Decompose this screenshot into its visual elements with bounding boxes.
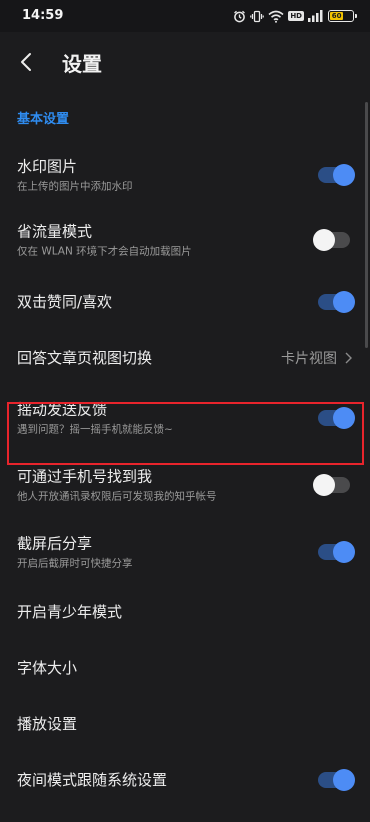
night-mode-toggle[interactable]	[318, 769, 355, 791]
setting-title: 双击赞同/喜欢	[17, 293, 113, 311]
setting-subtitle: 在上传的图片中添加水印	[17, 180, 133, 193]
chevron-left-icon	[21, 53, 31, 71]
setting-subtitle: 仅在 WLAN 环境下才会自动加载图片	[17, 245, 192, 258]
watermark-toggle[interactable]	[318, 164, 355, 186]
toggle-knob	[333, 291, 355, 313]
setting-subtitle: 他人开放通讯录权限后可发现我的知乎帐号	[17, 490, 217, 503]
setting-row-playback[interactable]: 播放设置	[0, 696, 370, 752]
page-title: 设置	[62, 52, 102, 76]
settings-list: 基本设置 水印图片 在上传的图片中添加水印 省流量模式 仅在 WLAN 环境下才…	[0, 92, 370, 808]
setting-title: 字体大小	[17, 659, 78, 677]
vibrate-icon	[250, 10, 265, 23]
setting-title: 省流量模式	[17, 222, 93, 241]
app-bar: 设置	[0, 32, 370, 92]
double-tap-toggle[interactable]	[318, 291, 355, 313]
setting-title: 截屏后分享	[17, 534, 93, 553]
setting-row-watermark[interactable]: 水印图片 在上传的图片中添加水印	[0, 144, 370, 206]
setting-row-find-by-phone[interactable]: 可通过手机号找到我 他人开放通讯录权限后可发现我的知乎帐号	[0, 450, 370, 520]
setting-title: 播放设置	[17, 715, 78, 733]
setting-title: 夜间模式跟随系统设置	[17, 771, 168, 789]
data-saver-toggle[interactable]	[313, 229, 350, 251]
toggle-knob	[313, 474, 335, 496]
chevron-right-icon	[345, 352, 352, 364]
toggle-knob	[333, 769, 355, 791]
hd-icon: HD	[288, 11, 304, 21]
toggle-knob	[333, 541, 355, 563]
battery-icon: 60	[328, 10, 357, 22]
setting-row-double-tap[interactable]: 双击赞同/喜欢	[0, 274, 370, 330]
signal-icon	[308, 10, 324, 22]
section-header: 基本设置	[17, 112, 70, 127]
setting-title: 可通过手机号找到我	[17, 467, 153, 486]
battery-level: 60	[330, 11, 344, 20]
toggle-knob	[333, 407, 355, 429]
setting-row-font-size[interactable]: 字体大小	[0, 640, 370, 696]
wifi-icon	[268, 10, 284, 23]
screenshot-share-toggle[interactable]	[318, 541, 355, 563]
setting-row-screenshot-share[interactable]: 截屏后分享 开启后截屏时可快捷分享	[0, 520, 370, 584]
back-button[interactable]	[10, 48, 42, 76]
shake-feedback-toggle[interactable]	[318, 407, 355, 429]
status-icons: HD 60	[233, 8, 357, 24]
toggle-knob	[333, 164, 355, 186]
setting-row-data-saver[interactable]: 省流量模式 仅在 WLAN 环境下才会自动加载图片	[0, 206, 370, 274]
scrollbar[interactable]	[365, 102, 368, 348]
setting-row-view-switch[interactable]: 回答文章页视图切换 卡片视图	[0, 330, 370, 386]
setting-row-teen-mode[interactable]: 开启青少年模式	[0, 584, 370, 640]
setting-title: 摇动发送反馈	[17, 400, 108, 419]
setting-subtitle: 开启后截屏时可快捷分享	[17, 557, 133, 570]
find-by-phone-toggle[interactable]	[313, 474, 350, 496]
setting-row-shake-feedback[interactable]: 摇动发送反馈 遇到问题？摇一摇手机就能反馈~	[0, 386, 370, 450]
view-mode-value: 卡片视图	[281, 351, 337, 367]
setting-row-night-mode[interactable]: 夜间模式跟随系统设置	[0, 752, 370, 808]
alarm-icon	[233, 10, 246, 23]
status-time: 14:59	[22, 8, 64, 23]
status-bar: 14:59 HD 60	[0, 0, 370, 32]
setting-title: 开启青少年模式	[17, 603, 123, 621]
toggle-knob	[313, 229, 335, 251]
setting-title: 水印图片	[17, 157, 78, 176]
view-mode-selector[interactable]: 卡片视图	[281, 348, 352, 368]
setting-subtitle: 遇到问题？摇一摇手机就能反馈~	[17, 423, 173, 436]
setting-title: 回答文章页视图切换	[17, 349, 153, 367]
